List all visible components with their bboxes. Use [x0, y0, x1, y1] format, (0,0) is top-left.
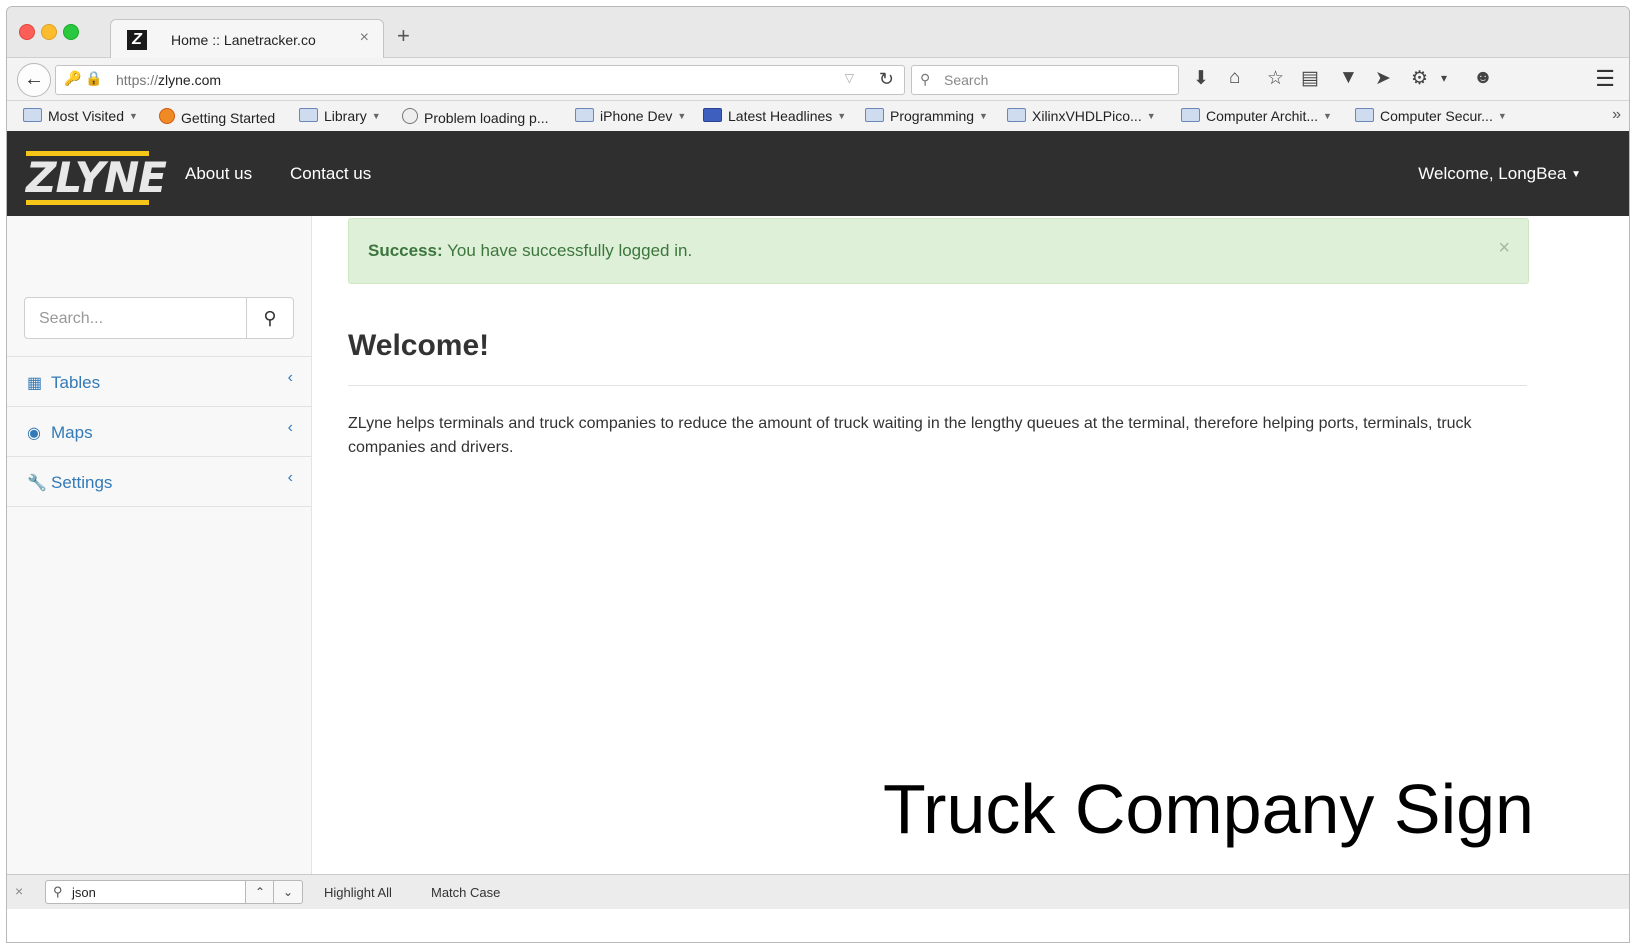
url-bar[interactable]: 🔑 🔒 https://zlyne.com ▽ ↻ [55, 65, 905, 95]
wrench-icon: 🔧 [27, 475, 47, 492]
sidebar-item-settings[interactable]: 🔧 Settings ‹ [7, 456, 311, 507]
hamburger-menu-icon[interactable]: ☰ [1595, 66, 1615, 92]
find-next-button[interactable]: ⌄ [273, 880, 303, 904]
back-button[interactable]: ← [17, 63, 51, 97]
bookmark-getting-started[interactable]: Getting Started [159, 108, 275, 126]
extension-dropdown-icon[interactable]: ▾ [1441, 71, 1447, 85]
divider [348, 385, 1527, 386]
sidebar-item-label: Maps [51, 423, 93, 442]
sidebar-item-label: Tables [51, 373, 101, 392]
user-menu-label: Welcome, LongBea [1418, 164, 1567, 183]
bookmark-star-icon[interactable]: ☆ [1267, 67, 1284, 90]
bookmark-library[interactable]: Library ▼ [299, 108, 381, 124]
sidebar-item-tables[interactable]: ▦ Tables ‹ [7, 356, 311, 406]
reading-list-icon[interactable]: ▤ [1301, 67, 1319, 90]
folder-icon [23, 108, 42, 122]
firefox-icon [159, 108, 175, 124]
downloads-icon[interactable]: ⬇ [1193, 67, 1209, 90]
zlyne-logo[interactable]: ZLYNE [26, 151, 167, 205]
table-icon: ▦ [27, 375, 43, 392]
find-bar: × ⚲ json ⌃ ⌄ Highlight All Match Case [7, 874, 1629, 909]
find-query: json [72, 885, 96, 900]
chevron-left-icon: ‹ [287, 419, 293, 436]
minimize-window-button[interactable] [41, 24, 57, 40]
match-case-toggle[interactable]: Match Case [431, 885, 500, 900]
folder-icon [575, 108, 594, 122]
bookmark-xilinx[interactable]: XilinxVHDLPico... ▼ [1007, 108, 1156, 124]
tab-strip: Z Home :: Lanetracker.co × + [7, 7, 1629, 60]
home-icon[interactable]: ⌂ [1229, 67, 1240, 89]
zlyne-favicon-icon: Z [127, 30, 147, 50]
alert-message: Success: You have successfully logged in… [368, 241, 692, 261]
tab-close-icon[interactable]: × [360, 29, 369, 47]
find-previous-button[interactable]: ⌃ [245, 880, 275, 904]
site-header: ZLYNE About us Contact us Welcome, LongB… [7, 131, 1629, 216]
search-icon: ⚲ [263, 308, 277, 328]
intro-paragraph: ZLyne helps terminals and truck companie… [348, 415, 1472, 456]
sidebar: Search... ⚲ ▦ Tables ‹ ◉ Maps ‹ 🔧 Settin… [7, 216, 312, 874]
browser-search-bar[interactable]: ⚲ Search [911, 65, 1179, 95]
reload-icon[interactable]: ↻ [879, 69, 894, 90]
url-host: zlyne.com [158, 72, 222, 88]
alert-close-icon[interactable]: × [1498, 237, 1510, 260]
bookmark-programming[interactable]: Programming ▼ [865, 108, 988, 124]
highlight-all-toggle[interactable]: Highlight All [324, 885, 392, 900]
chevron-left-icon: ‹ [287, 369, 293, 386]
zoom-window-button[interactable] [63, 24, 79, 40]
bookmark-problem-loading[interactable]: Problem loading p... [402, 108, 549, 126]
chevron-left-icon: ‹ [287, 469, 293, 486]
search-icon: ⚲ [53, 884, 63, 899]
sidebar-search-input[interactable]: Search... [39, 310, 103, 328]
url-scheme: https:// [116, 72, 159, 88]
sidebar-item-maps[interactable]: ◉ Maps ‹ [7, 406, 311, 456]
folder-icon [1355, 108, 1374, 122]
chat-icon[interactable]: ☻ [1473, 67, 1493, 89]
bookmark-computer-arch[interactable]: Computer Archit... ▼ [1181, 108, 1332, 124]
success-alert: Success: You have successfully logged in… [348, 218, 1529, 284]
bookmark-most-visited[interactable]: Most Visited ▼ [23, 108, 138, 124]
more-bookmarks-chevron-icon[interactable]: » [1612, 106, 1621, 124]
nav-contact-us[interactable]: Contact us [290, 164, 371, 184]
extension-icon[interactable]: ⚙ [1411, 67, 1428, 90]
sidebar-search-button[interactable]: ⚲ [246, 298, 293, 338]
bookmark-iphone-dev[interactable]: iPhone Dev ▼ [575, 108, 686, 124]
url-history-dropdown-icon[interactable]: ▽ [845, 71, 854, 85]
folder-icon [299, 108, 318, 122]
alert-strong: Success: [368, 241, 443, 260]
alert-body: You have successfully logged in. [442, 241, 693, 260]
bookmark-latest-headlines[interactable]: Latest Headlines ▼ [703, 108, 846, 124]
find-input[interactable]: ⚲ json [45, 880, 247, 904]
tab-home[interactable]: Z Home :: Lanetracker.co × [110, 19, 384, 60]
caret-down-icon: ▼ [1571, 169, 1581, 180]
lock-icon: 🔑 🔒 [64, 70, 103, 86]
rss-icon [703, 108, 722, 122]
find-close-icon[interactable]: × [15, 883, 23, 899]
overlay-caption: Truck Company Sign [883, 770, 1534, 848]
bookmarks-toolbar: Most Visited ▼ Getting Started Library ▼ P… [7, 101, 1629, 132]
page-title: Welcome! [348, 329, 490, 362]
url-text: https://zlyne.com [116, 72, 221, 88]
close-window-button[interactable] [19, 24, 35, 40]
search-icon: ⚲ [920, 71, 931, 87]
send-icon[interactable]: ➤ [1375, 67, 1391, 90]
browser-search-placeholder: Search [944, 72, 989, 88]
page-icon [402, 108, 418, 124]
browser-window: Z Home :: Lanetracker.co × + ← 🔑 🔒 https… [6, 6, 1630, 943]
sidebar-item-label: Settings [51, 473, 113, 492]
map-marker-icon: ◉ [27, 425, 41, 442]
tab-title: Home :: Lanetracker.co [171, 32, 316, 48]
user-menu[interactable]: Welcome, LongBea ▼ [1418, 164, 1581, 184]
pocket-icon[interactable]: ▼ [1339, 67, 1358, 89]
new-tab-button[interactable]: + [397, 23, 410, 49]
folder-icon [1181, 108, 1200, 122]
sidebar-search: Search... ⚲ [24, 297, 294, 339]
navigation-toolbar: ← 🔑 🔒 https://zlyne.com ▽ ↻ ⚲ Search ⬇ ⌂… [7, 58, 1629, 101]
bookmark-computer-security[interactable]: Computer Secur... ▼ [1355, 108, 1507, 124]
folder-icon [1007, 108, 1026, 122]
folder-icon [865, 108, 884, 122]
nav-about-us[interactable]: About us [185, 164, 252, 184]
